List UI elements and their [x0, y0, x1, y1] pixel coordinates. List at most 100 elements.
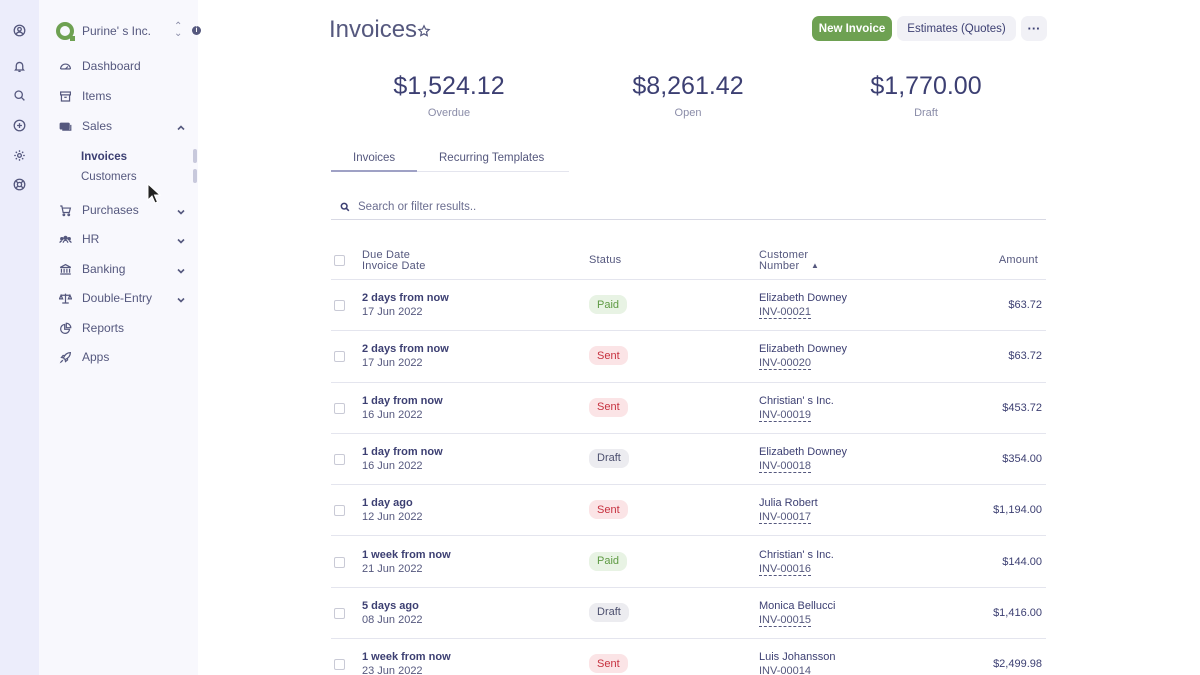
mouse-cursor-icon [147, 183, 161, 204]
money-icon [58, 119, 72, 133]
row-checkbox[interactable] [334, 607, 345, 619]
row-checkbox[interactable] [334, 453, 345, 465]
row-checkbox[interactable] [334, 351, 345, 363]
column-amount[interactable]: Amount [999, 254, 1038, 266]
summary-label: Overdue [427, 107, 471, 119]
profile-icon[interactable] [12, 23, 27, 38]
select-all-checkbox[interactable] [334, 255, 345, 266]
summary-amount: $1,524.12 [393, 72, 505, 100]
scroll-indicator [193, 169, 197, 183]
sidebar-subitem-customers[interactable]: Customers [81, 171, 137, 183]
active-tab-indicator [331, 170, 417, 172]
column-invoice-date[interactable]: Invoice Date [362, 260, 426, 272]
customer-name: Christian' s Inc. [759, 548, 834, 561]
status-badge: Sent [589, 500, 628, 520]
invoice-number-link[interactable]: INV-00017 [759, 511, 811, 525]
sidebar-item-label: Reports [82, 321, 125, 335]
table-row[interactable]: 1 week from now 23 Jun 2022 Sent Luis Jo… [331, 639, 1046, 675]
sidebar-item-label: Sales [82, 119, 113, 133]
column-status[interactable]: Status [589, 254, 621, 266]
status-badge: Sent [589, 397, 628, 417]
table-row[interactable]: 2 days from now 17 Jun 2022 Paid Elizabe… [331, 280, 1046, 332]
summary-draft[interactable]: $1,770.00 Draft [826, 72, 1026, 119]
sidebar-item-reports[interactable]: Reports [58, 318, 186, 338]
summary-overdue[interactable]: $1,524.12 Overdue [349, 72, 549, 119]
invoice-date: 08 Jun 2022 [362, 613, 423, 626]
table-row[interactable]: 1 week from now 21 Jun 2022 Paid Christi… [331, 537, 1046, 588]
sidebar-item-banking[interactable]: Banking [58, 259, 186, 279]
sidebar-item-items[interactable]: Items [58, 86, 186, 106]
due-date: 1 week from now [362, 548, 451, 561]
invoice-number-link[interactable]: INV-00020 [759, 357, 811, 371]
invoice-amount: $2,499.98 [993, 658, 1042, 671]
search-bar[interactable] [331, 194, 1046, 220]
invoice-amount: $453.72 [1002, 401, 1042, 414]
bank-icon [58, 262, 72, 276]
add-circle-icon[interactable] [12, 118, 27, 133]
due-date: 2 days from now [362, 292, 449, 304]
invoice-date: 21 Jun 2022 [362, 562, 423, 575]
row-checkbox[interactable] [334, 659, 345, 671]
summary-amount: $1,770.00 [870, 72, 982, 100]
status-badge: Paid [589, 295, 628, 314]
row-checkbox[interactable] [334, 556, 345, 568]
column-number[interactable]: Number [759, 260, 799, 272]
sidebar-item-label: Banking [82, 262, 126, 276]
info-icon[interactable]: i [192, 26, 201, 35]
org-switcher[interactable]: Purine' s Inc. ⌃ ⌄ i [56, 21, 206, 41]
company-logo-icon [56, 22, 75, 41]
search-icon[interactable] [12, 88, 27, 103]
due-date: 1 day from now [362, 394, 443, 407]
updown-chevron-icon[interactable]: ⌃ ⌄ [174, 22, 182, 39]
tab-recurring-templates[interactable]: Recurring Templates [439, 152, 544, 164]
more-options-button[interactable]: ··· [1021, 16, 1047, 41]
invoice-amount: $1,194.00 [993, 504, 1042, 517]
table-row[interactable]: 2 days from now 17 Jun 2022 Sent Elizabe… [331, 331, 1046, 383]
table-row[interactable]: 1 day ago 12 Jun 2022 Sent Julia Robert … [331, 485, 1046, 537]
invoice-number-link[interactable]: INV-00015 [759, 614, 811, 627]
invoice-number-link[interactable]: INV-00016 [759, 563, 811, 576]
help-lifebuoy-icon[interactable] [12, 177, 27, 192]
search-input[interactable] [358, 200, 958, 213]
summary-label: Open [674, 107, 702, 119]
sort-ascending-icon[interactable]: ▲ [811, 260, 819, 272]
table-row[interactable]: 1 day from now 16 Jun 2022 Draft Elizabe… [331, 434, 1046, 486]
status-badge: Paid [589, 551, 628, 571]
table-row[interactable]: 1 day from now 16 Jun 2022 Sent Christia… [331, 383, 1046, 434]
due-date: 1 day ago [362, 497, 413, 510]
customer-name: Elizabeth Downey [759, 292, 848, 304]
invoice-date: 17 Jun 2022 [362, 306, 423, 318]
table-header: Due Date Invoice Date Status Customer Nu… [331, 242, 1046, 280]
due-date: 5 days ago [362, 599, 419, 612]
invoice-amount: $63.72 [1008, 299, 1042, 311]
invoice-number-link[interactable]: INV-00018 [759, 460, 811, 473]
sidebar-item-sales[interactable]: Sales [58, 116, 186, 136]
gear-icon[interactable] [12, 148, 27, 163]
due-date: 1 day from now [362, 445, 443, 458]
scroll-indicator [193, 149, 197, 163]
invoice-date: 16 Jun 2022 [362, 459, 423, 472]
sidebar-item-purchases[interactable]: Purchases [58, 200, 186, 220]
sidebar-item-dashboard[interactable]: Dashboard [58, 56, 186, 76]
invoice-number-link[interactable]: INV-00021 [759, 306, 811, 319]
row-checkbox[interactable] [334, 505, 345, 517]
cart-icon [58, 203, 72, 217]
bell-icon[interactable] [12, 59, 27, 74]
table-row[interactable]: 5 days ago 08 Jun 2022 Draft Monica Bell… [331, 588, 1046, 640]
sidebar-item-double-entry[interactable]: Double-Entry [58, 288, 186, 308]
sidebar-item-apps[interactable]: Apps [58, 347, 186, 367]
new-invoice-button[interactable]: New Invoice [812, 16, 892, 41]
row-checkbox[interactable] [334, 402, 345, 414]
summary-open[interactable]: $8,261.42 Open [588, 72, 788, 119]
estimates-button[interactable]: Estimates (Quotes) [897, 16, 1016, 41]
tab-invoices[interactable]: Invoices [353, 152, 395, 164]
sidebar: Purine' s Inc. ⌃ ⌄ i Dashboard Items Sale… [39, 0, 201, 675]
invoice-amount: $354.00 [1002, 452, 1042, 465]
invoice-number-link[interactable]: INV-00019 [759, 409, 811, 422]
invoice-number-link[interactable]: INV-00014 [759, 665, 811, 675]
star-icon[interactable] [417, 24, 431, 38]
sidebar-subitem-invoices[interactable]: Invoices [81, 151, 127, 163]
sidebar-item-hr[interactable]: HR [58, 229, 186, 249]
chevron-down-icon [176, 292, 186, 303]
row-checkbox[interactable] [334, 300, 345, 311]
